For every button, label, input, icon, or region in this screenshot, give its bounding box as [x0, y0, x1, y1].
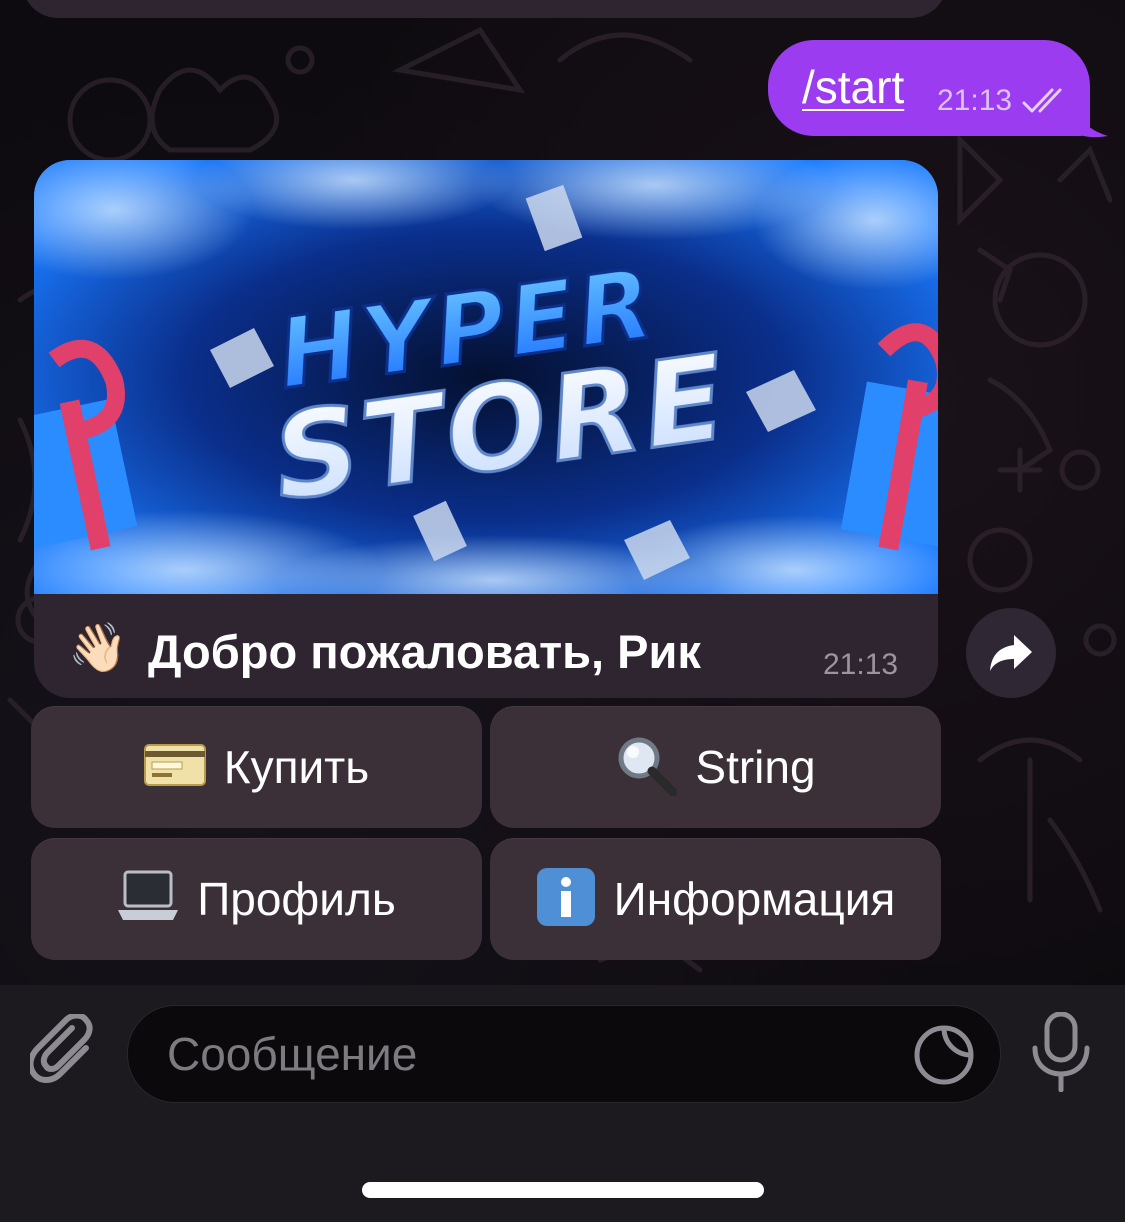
buy-button-label: Купить: [223, 741, 370, 793]
profile-button-label: Профиль: [197, 873, 396, 925]
share-arrow-icon: [990, 635, 1032, 671]
share-button[interactable]: [966, 608, 1056, 698]
waving-hand-icon: 👋🏻: [68, 622, 128, 675]
microphone-icon[interactable]: [1030, 1012, 1092, 1092]
credit-card-icon: [143, 743, 206, 791]
outgoing-bubble-tail: [1070, 100, 1108, 138]
string-button[interactable]: String: [490, 706, 941, 828]
laptop-icon: [117, 870, 179, 929]
paperclip-icon[interactable]: [30, 1014, 100, 1090]
outgoing-message-time: 21:13: [937, 84, 1013, 117]
information-button-label: Информация: [613, 873, 896, 925]
welcome-text-row: 👋🏻 Добро пожаловать, Рик: [68, 616, 701, 686]
string-button-label: String: [695, 741, 816, 793]
message-input-placeholder: Сообщение: [167, 1028, 418, 1080]
hyper-store-banner-image[interactable]: HYPER STORE: [34, 160, 938, 594]
home-indicator[interactable]: [362, 1182, 764, 1198]
welcome-message-text: Добро пожаловать, Рик: [148, 624, 701, 678]
outgoing-message-text[interactable]: /start: [802, 60, 904, 114]
sticker-icon[interactable]: [912, 1023, 976, 1087]
magnifier-icon: [615, 734, 678, 801]
information-button[interactable]: Информация: [490, 838, 941, 960]
double-check-icon: [1022, 88, 1062, 113]
previous-message-bubble: [22, 0, 947, 18]
incoming-message-time: 21:13: [823, 648, 899, 681]
profile-button[interactable]: Профиль: [31, 838, 482, 960]
info-icon: [536, 867, 596, 932]
buy-button[interactable]: Купить: [31, 706, 482, 828]
